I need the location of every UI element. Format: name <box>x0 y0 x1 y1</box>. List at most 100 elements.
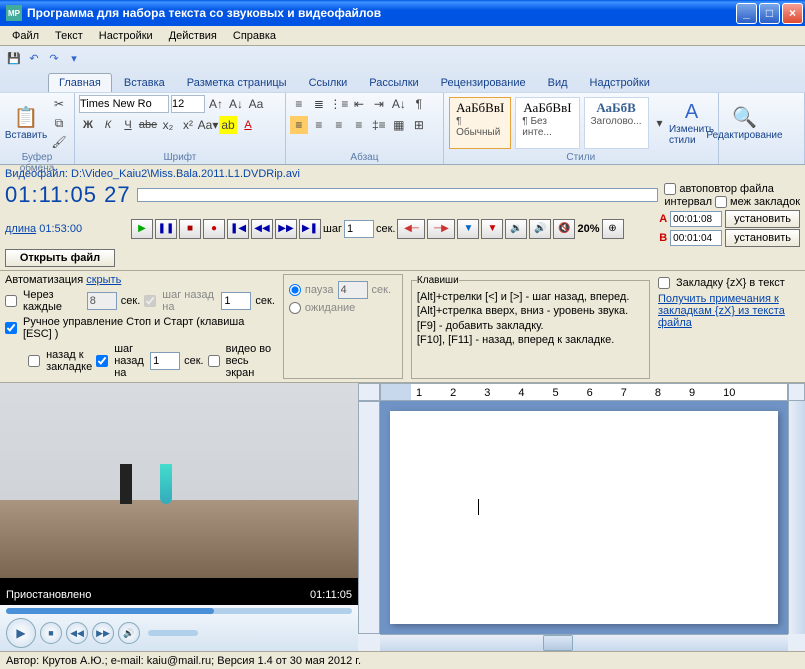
save-icon[interactable]: 💾 <box>6 50 22 66</box>
highlight-icon[interactable]: ab <box>219 116 237 134</box>
styles-more-icon[interactable]: ▾ <box>652 114 668 132</box>
style-heading[interactable]: АаБбВ Заголово... <box>584 97 649 149</box>
font-size-select[interactable] <box>171 95 205 113</box>
align-left-icon[interactable]: ≡ <box>290 116 308 134</box>
vertical-ruler[interactable] <box>358 401 380 634</box>
minimize-button[interactable]: _ <box>736 3 757 24</box>
indent-dec-icon[interactable]: ⇤ <box>350 95 368 113</box>
open-file-button[interactable]: Открыть файл <box>5 249 115 267</box>
undo-icon[interactable]: ↶ <box>26 50 42 66</box>
italic-icon[interactable]: К <box>99 116 117 134</box>
bullets-icon[interactable]: ≡ <box>290 95 308 113</box>
manual-checkbox[interactable] <box>5 322 17 334</box>
document-page[interactable] <box>390 411 778 624</box>
back-to-bookmark-checkbox[interactable] <box>28 355 40 367</box>
step-back-checkbox[interactable] <box>144 295 156 307</box>
add-bookmark-button[interactable]: ▼ <box>457 219 479 239</box>
tab-review[interactable]: Рецензирование <box>431 74 536 92</box>
menu-text[interactable]: Текст <box>47 28 91 44</box>
shrink-font-icon[interactable]: A↓ <box>227 95 245 113</box>
stop-button[interactable]: ■ <box>179 219 201 239</box>
horizontal-scrollbar[interactable] <box>380 634 788 651</box>
tab-addins[interactable]: Надстройки <box>580 74 660 92</box>
change-case-icon[interactable]: Aa▾ <box>199 116 217 134</box>
between-bookmarks-checkbox[interactable] <box>715 196 727 208</box>
indent-inc-icon[interactable]: ⇥ <box>370 95 388 113</box>
menu-settings[interactable]: Настройки <box>91 28 161 44</box>
step-input[interactable] <box>344 220 374 238</box>
maximize-button[interactable]: □ <box>759 3 780 24</box>
tab-mail[interactable]: Рассылки <box>359 74 428 92</box>
forward-button[interactable]: ▶▶ <box>275 219 297 239</box>
tab-view[interactable]: Вид <box>538 74 578 92</box>
menu-help[interactable]: Справка <box>225 28 284 44</box>
qa-dropdown-icon[interactable]: ▾ <box>66 50 82 66</box>
wmp-seek-bar[interactable] <box>6 608 352 614</box>
ruler-toggle-icon[interactable] <box>788 383 805 401</box>
multilevel-icon[interactable]: ⋮≡ <box>330 95 348 113</box>
align-center-icon[interactable]: ≡ <box>310 116 328 134</box>
prev-bookmark-button[interactable]: ◀─ <box>397 219 425 239</box>
next-bookmark-button[interactable]: ─▶ <box>427 219 455 239</box>
wmp-mute-button[interactable]: 🔊 <box>118 622 140 644</box>
wmp-stop-button[interactable]: ■ <box>40 622 62 644</box>
hide-automation-link[interactable]: скрыть <box>86 274 121 286</box>
rewind-button[interactable]: ◀◀ <box>251 219 273 239</box>
horizontal-ruler[interactable]: 12345678910 <box>380 383 788 401</box>
set-a-button[interactable]: установить <box>725 210 800 228</box>
borders-icon[interactable]: ⊞ <box>410 116 428 134</box>
progress-bar[interactable] <box>137 188 659 202</box>
tab-insert[interactable]: Вставка <box>114 74 175 92</box>
tab-layout[interactable]: Разметка страницы <box>177 74 297 92</box>
underline-icon[interactable]: Ч <box>119 116 137 134</box>
wmp-play-button[interactable]: ▶ <box>6 618 36 648</box>
line-spacing-icon[interactable]: ‡≡ <box>370 116 388 134</box>
tab-links[interactable]: Ссылки <box>299 74 358 92</box>
tab-home[interactable]: Главная <box>48 73 112 92</box>
vertical-scrollbar[interactable] <box>788 401 805 634</box>
clear-format-icon[interactable]: Aa <box>247 95 265 113</box>
style-normal[interactable]: АаБбВвІ ¶ Обычный <box>449 97 511 149</box>
video-fullscreen-checkbox[interactable] <box>208 355 220 367</box>
wait-radio[interactable] <box>289 302 301 314</box>
every-input[interactable] <box>87 292 117 310</box>
format-painter-icon[interactable]: 🖌 <box>50 133 68 151</box>
menu-actions[interactable]: Действия <box>161 28 225 44</box>
change-styles-button[interactable]: A Изменить стили <box>670 95 714 151</box>
style-no-spacing[interactable]: АаБбВвІ ¶ Без инте... <box>515 97 579 149</box>
page-area[interactable] <box>380 401 788 634</box>
autorepeat-checkbox[interactable] <box>664 183 676 195</box>
strike-icon[interactable]: abe <box>139 116 157 134</box>
marker-b-time[interactable] <box>670 230 722 246</box>
cut-icon[interactable]: ✂ <box>50 95 68 113</box>
shading-icon[interactable]: ▦ <box>390 116 408 134</box>
numbering-icon[interactable]: ≣ <box>310 95 328 113</box>
pause-radio[interactable] <box>289 284 301 296</box>
record-button[interactable]: ● <box>203 219 225 239</box>
step-back-checkbox2[interactable] <box>96 355 108 367</box>
marker-a-time[interactable] <box>670 211 722 227</box>
pause-button[interactable]: ❚❚ <box>155 219 177 239</box>
copy-icon[interactable]: ⧉ <box>50 114 68 132</box>
skip-fwd-button[interactable]: ▶❚ <box>299 219 321 239</box>
justify-icon[interactable]: ≡ <box>350 116 368 134</box>
close-button[interactable]: × <box>782 3 803 24</box>
mute-button[interactable]: 🔇 <box>553 219 575 239</box>
wmp-prev-button[interactable]: ◀◀ <box>66 622 88 644</box>
zoom-button[interactable]: ⊕ <box>602 219 624 239</box>
every-checkbox[interactable] <box>5 295 17 307</box>
font-name-select[interactable] <box>79 95 169 113</box>
paste-button[interactable]: 📋 Вставить <box>4 95 48 151</box>
bookmark-to-text-checkbox[interactable] <box>658 277 670 289</box>
step-back-input2[interactable] <box>150 352 180 370</box>
grow-font-icon[interactable]: A↑ <box>207 95 225 113</box>
del-bookmark-button[interactable]: ▼ <box>481 219 503 239</box>
redo-icon[interactable]: ↷ <box>46 50 62 66</box>
wmp-next-button[interactable]: ▶▶ <box>92 622 114 644</box>
step-back-input[interactable] <box>221 292 251 310</box>
superscript-icon[interactable]: x² <box>179 116 197 134</box>
bold-icon[interactable]: Ж <box>79 116 97 134</box>
get-notes-link[interactable]: Получить примечания к закладкам {zX} из … <box>658 293 800 329</box>
show-marks-icon[interactable]: ¶ <box>410 95 428 113</box>
vol-up-button[interactable]: 🔊 <box>529 219 551 239</box>
